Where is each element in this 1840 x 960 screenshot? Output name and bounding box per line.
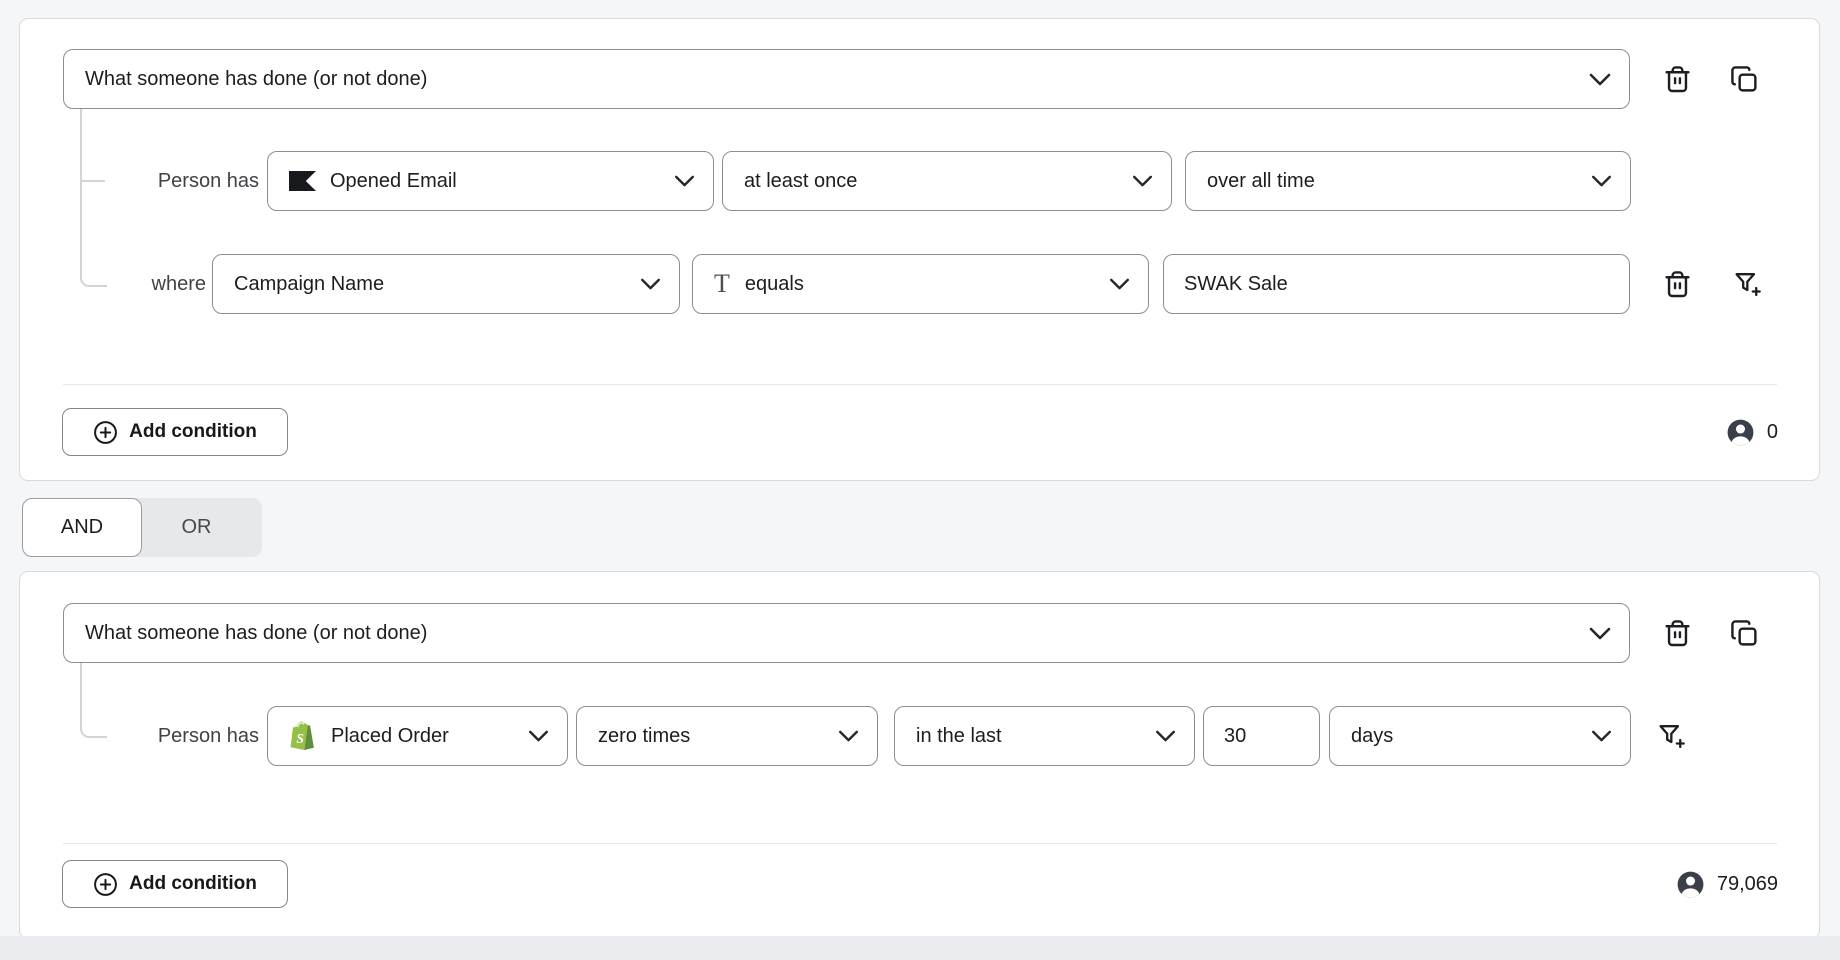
plus-circle-icon: [93, 872, 118, 897]
condition-type-row: What someone has done (or not done): [63, 49, 1789, 109]
chevron-down-icon: [640, 278, 661, 290]
condition-type-value: What someone has done (or not done): [85, 68, 427, 91]
chevron-down-icon: [674, 175, 695, 187]
metric-value: Placed Order: [331, 725, 449, 748]
add-filter-button[interactable]: [1651, 714, 1691, 758]
profile-icon: [1725, 417, 1756, 448]
person-has-label: Person has: [20, 170, 259, 193]
chevron-down-icon: [1589, 627, 1611, 640]
property-value: Campaign Name: [234, 273, 384, 296]
add-filter-button[interactable]: [1727, 262, 1767, 306]
chevron-down-icon: [1132, 175, 1153, 187]
condition-type-select[interactable]: What someone has done (or not done): [63, 603, 1630, 663]
trash-icon: [1663, 619, 1692, 648]
copy-icon: [1730, 619, 1759, 648]
person-has-label: Person has: [20, 725, 259, 748]
or-toggle-button[interactable]: OR: [131, 498, 262, 557]
chevron-down-icon: [1155, 730, 1176, 742]
add-condition-label: Add condition: [129, 421, 257, 443]
duplicate-group-button[interactable]: [1724, 611, 1764, 655]
duplicate-group-button[interactable]: [1724, 57, 1764, 101]
plus-circle-icon: [93, 420, 118, 445]
chevron-down-icon: [1591, 175, 1612, 187]
svg-text:S: S: [296, 731, 304, 746]
text-type-icon: T: [714, 271, 730, 297]
add-condition-button[interactable]: Add condition: [62, 860, 288, 908]
operator-select[interactable]: T equals: [692, 254, 1149, 314]
condition-type-select[interactable]: What someone has done (or not done): [63, 49, 1630, 109]
filter-plus-icon: [1732, 269, 1762, 299]
where-row: where Campaign Name T equals: [20, 254, 1767, 314]
person-has-row: Person has Opened Email at least once ov…: [20, 151, 1631, 211]
range-select[interactable]: in the last: [894, 706, 1195, 766]
and-toggle-button[interactable]: AND: [22, 498, 142, 557]
value-input[interactable]: [1164, 255, 1629, 313]
frequency-value: at least once: [744, 170, 857, 193]
profile-count: 79,069: [1675, 860, 1778, 908]
profile-icon: [1675, 869, 1706, 900]
frequency-select[interactable]: at least once: [722, 151, 1172, 211]
chevron-down-icon: [1109, 278, 1130, 290]
timeframe-select[interactable]: over all time: [1185, 151, 1631, 211]
boolean-operator-toggle: AND OR: [22, 498, 262, 557]
property-select[interactable]: Campaign Name: [212, 254, 680, 314]
add-condition-button[interactable]: Add condition: [62, 408, 288, 456]
unit-select[interactable]: days: [1329, 706, 1631, 766]
segment-builder: What someone has done (or not done) Pers…: [0, 0, 1840, 960]
divider: [63, 384, 1777, 385]
condition-group-2: What someone has done (or not done) Pers…: [19, 571, 1820, 939]
trash-icon: [1663, 270, 1692, 299]
delete-condition-button[interactable]: [1657, 262, 1697, 306]
filter-plus-icon: [1656, 721, 1686, 751]
profile-count-value: 0: [1767, 421, 1778, 444]
add-condition-label: Add condition: [129, 873, 257, 895]
amount-input-wrap: [1203, 706, 1320, 766]
profile-count-value: 79,069: [1717, 873, 1778, 896]
bottom-strip: [0, 936, 1840, 960]
chevron-down-icon: [838, 730, 859, 742]
amount-input[interactable]: [1204, 707, 1319, 765]
condition-group-1: What someone has done (or not done) Pers…: [19, 18, 1820, 481]
where-label: where: [20, 273, 206, 296]
chevron-down-icon: [528, 730, 549, 742]
frequency-value: zero times: [598, 725, 690, 748]
condition-type-value: What someone has done (or not done): [85, 622, 427, 645]
copy-icon: [1730, 65, 1759, 94]
chevron-down-icon: [1589, 73, 1611, 86]
metric-select[interactable]: S Placed Order: [267, 706, 568, 766]
person-has-row: Person has S Placed Order zero times: [20, 706, 1691, 766]
divider: [63, 843, 1777, 844]
trash-icon: [1663, 65, 1692, 94]
value-input-wrap: [1163, 254, 1630, 314]
chevron-down-icon: [1591, 730, 1612, 742]
metric-value: Opened Email: [330, 170, 457, 193]
frequency-select[interactable]: zero times: [576, 706, 878, 766]
delete-group-button[interactable]: [1657, 57, 1697, 101]
profile-count: 0: [1725, 408, 1778, 456]
shopify-icon: S: [289, 720, 317, 752]
metric-select[interactable]: Opened Email: [267, 151, 714, 211]
delete-group-button[interactable]: [1657, 611, 1697, 655]
operator-value: equals: [745, 273, 804, 296]
range-value: in the last: [916, 725, 1002, 748]
timeframe-value: over all time: [1207, 170, 1315, 193]
unit-value: days: [1351, 725, 1393, 748]
condition-type-row: What someone has done (or not done): [63, 603, 1789, 663]
klaviyo-flag-icon: [289, 171, 316, 191]
